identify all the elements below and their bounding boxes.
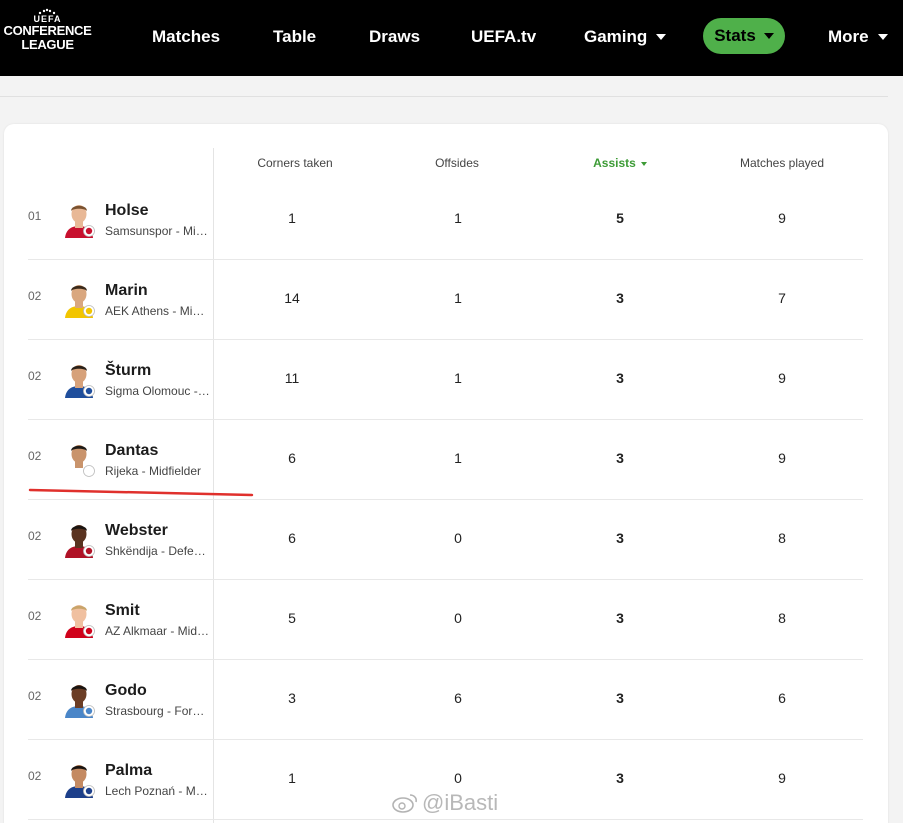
player-avatar [65,285,95,318]
nav-draws[interactable]: Draws [369,23,420,51]
player-rank: 02 [28,689,42,703]
chevron-down-icon [763,33,774,39]
cell-assists: 3 [616,530,624,546]
red-underline-annotation [28,488,254,497]
player-rank: 02 [28,609,42,623]
table-row[interactable]: 02 Smit AZ Alkmaar - Midfielder 5 0 3 8 [0,580,903,660]
player-avatar [65,205,95,238]
nav-matches[interactable]: Matches [152,23,220,51]
top-nav: UEFA CONFERENCE LEAGUE Matches Table Dra… [0,0,903,76]
table-row[interactable]: 02 Marin AEK Athens - Midfielder 14 1 3 7 [0,260,903,340]
cell-offsides: 0 [454,770,462,786]
row-divider [28,819,863,820]
cell-offsides: 1 [454,210,462,226]
player-team-position: Strasbourg - Forward [105,704,210,718]
player-avatar [65,445,95,478]
cell-offsides: 0 [454,530,462,546]
cell-matches-played: 6 [778,690,786,706]
cell-matches-played: 9 [778,770,786,786]
player-name[interactable]: Dantas [105,442,158,460]
cell-assists: 3 [616,770,624,786]
cell-matches-played: 9 [778,370,786,386]
player-team-position: AZ Alkmaar - Midfielder [105,624,210,638]
player-rank: 02 [28,529,42,543]
player-name[interactable]: Smit [105,602,140,620]
cell-offsides: 1 [454,450,462,466]
cell-offsides: 0 [454,610,462,626]
player-avatar [65,605,95,638]
cell-corners-taken: 6 [288,450,296,466]
cell-corners-taken: 1 [288,210,296,226]
cell-assists: 5 [616,210,624,226]
player-name[interactable]: Godo [105,682,147,700]
player-name[interactable]: Webster [105,522,168,540]
player-rank: 02 [28,769,42,783]
player-rank: 02 [28,289,42,303]
cell-corners-taken: 14 [284,290,300,306]
cell-matches-played: 7 [778,290,786,306]
cell-assists: 3 [616,290,624,306]
nav-more[interactable]: More [828,23,888,51]
weibo-watermark: @iBasti [392,790,512,818]
nav-uefa-tv[interactable]: UEFA.tv [471,23,536,51]
cell-corners-taken: 5 [288,610,296,626]
uefa-stars-icon [38,8,56,15]
table-row[interactable]: 01 Holse Samsunspor - Midfielder 1 1 5 9 [0,180,903,260]
cell-assists: 3 [616,610,624,626]
cell-corners-taken: 3 [288,690,296,706]
player-rank: 02 [28,369,42,383]
player-avatar [65,365,95,398]
col-corners-taken[interactable]: Corners taken [245,156,345,172]
table-row[interactable]: 02 Webster Shkëndija - Defender 6 0 3 8 [0,500,903,580]
logo-line-1: CONFERENCE [3,23,92,38]
player-rank: 01 [28,209,42,223]
player-name[interactable]: Palma [105,762,152,780]
cell-assists: 3 [616,450,624,466]
player-team-position: Shkëndija - Defender [105,544,210,558]
cell-assists: 3 [616,690,624,706]
cell-matches-played: 9 [778,210,786,226]
cell-offsides: 1 [454,370,462,386]
cell-matches-played: 9 [778,450,786,466]
logo-line-2: LEAGUE [21,37,74,52]
player-team-position: Rijeka - Midfielder [105,464,202,478]
conference-league-logo[interactable]: UEFA CONFERENCE LEAGUE [0,8,95,60]
player-name[interactable]: Šturm [105,362,151,380]
chevron-down-icon [877,34,888,40]
nav-stats[interactable]: Stats [703,18,785,54]
cell-offsides: 6 [454,690,462,706]
player-name[interactable]: Holse [105,202,149,220]
player-team-position: AEK Athens - Midfielder [105,304,210,318]
table-row[interactable]: 02 Godo Strasbourg - Forward 3 6 3 6 [0,660,903,740]
player-team-position: Samsunspor - Midfielder [105,224,210,238]
col-matches-played[interactable]: Matches played [722,156,842,172]
table-row[interactable]: 02ŠturmSigma Olomouc - Midfielder11139 [0,340,903,420]
player-team-position: Lech Poznań - Midfielder [105,784,210,798]
cell-assists: 3 [616,370,624,386]
chevron-down-icon [656,34,667,40]
cell-corners-taken: 6 [288,530,296,546]
col-assists[interactable]: Assists [570,156,670,172]
player-avatar [65,685,95,718]
nav-table[interactable]: Table [273,23,316,51]
cell-matches-played: 8 [778,610,786,626]
cell-corners-taken: 11 [284,370,300,386]
weibo-icon [392,794,417,813]
nav-gaming[interactable]: Gaming [584,23,667,51]
cell-offsides: 1 [454,290,462,306]
player-rank: 02 [28,449,42,463]
cell-matches-played: 8 [778,530,786,546]
player-team-position: Sigma Olomouc - Midfielder [105,384,210,398]
sort-desc-icon [640,162,647,166]
player-avatar [65,525,95,558]
page-divider [0,96,888,97]
col-offsides[interactable]: Offsides [407,156,507,172]
player-name[interactable]: Marin [105,282,148,300]
player-avatar [65,765,95,798]
cell-corners-taken: 1 [288,770,296,786]
